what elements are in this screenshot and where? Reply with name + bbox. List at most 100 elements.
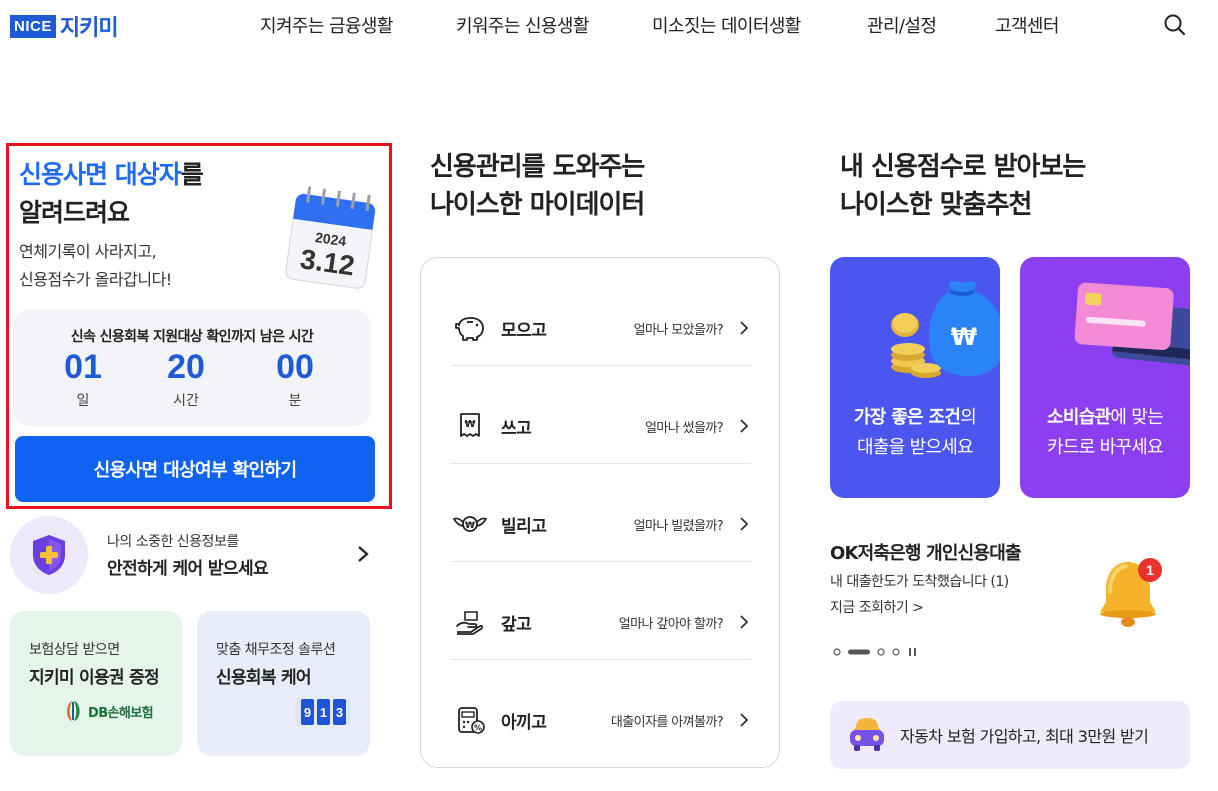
- loan-text-line2: 대출을 받으세요: [856, 437, 974, 458]
- mydata-row-borrow[interactable]: ₩ 빌리고 얼마나 빌렸을까?: [451, 464, 751, 562]
- car-insurance-text: 자동차 보험 가입하고, 최대 3만원 받기: [900, 727, 1149, 746]
- card-text-bold: 소비습관: [1046, 407, 1111, 428]
- check-eligibility-button[interactable]: 신용사면 대상여부 확인하기: [15, 436, 375, 502]
- recommend-heading-line1: 내 신용점수로 받아보는: [840, 152, 1086, 182]
- mydata-row-save-label: 모으고: [501, 321, 547, 341]
- carousel-pager[interactable]: [832, 646, 922, 658]
- credit-amnesty-promo: 신용사면 대상자를 알려드려요 연체기록이 사라지고, 신용점수가 올라갑니다!…: [6, 143, 392, 509]
- recommend-heading-line2: 나이스한 맞춤추천: [840, 190, 1032, 220]
- car-icon: [850, 718, 884, 751]
- counter-digit-3: 3: [336, 705, 343, 720]
- credit-protect-link[interactable]: 나의 소중한 신용정보를 안전하게 케어 받으세요: [10, 516, 380, 594]
- timer-hours-value: 20: [167, 348, 205, 386]
- mydata-row-save[interactable]: 모으고 얼마나 모았을까?: [451, 268, 751, 366]
- mydata-row-economize-desc: 대출이자를 아껴볼까?: [610, 715, 724, 730]
- mydata-heading-line2: 나이스한 마이데이터: [430, 190, 645, 220]
- db-logo-text: DB손해보험: [88, 705, 154, 721]
- timer-hours: 20 시간: [141, 346, 231, 410]
- loan-recommend-card[interactable]: ₩ 가장 좋은 조건의 대출을 받으세요: [830, 257, 1000, 498]
- insurance-card-big: 지키미 이용권 증정: [29, 668, 160, 688]
- db-insurance-logo: DB손해보험: [64, 699, 154, 723]
- timer-minutes-value: 00: [276, 348, 314, 386]
- main-nav: 지켜주는 금융생활 키워주는 신용생활 미소짓는 데이터생활 관리/설정 고객센…: [0, 12, 1218, 38]
- debt-card-small: 맞춤 채무조정 솔루션: [216, 642, 336, 658]
- db-logo-mark: [67, 701, 80, 721]
- mydata-row-economize-label: 아끼고: [501, 713, 547, 733]
- card-recommend-card[interactable]: 소비습관에 맞는 카드로 바꾸세요: [1020, 257, 1190, 498]
- insurance-consult-card[interactable]: 보험상담 받으면 지키미 이용권 증정 DB손해보험: [10, 611, 182, 756]
- mydata-heading-line1: 신용관리를 도와주는: [430, 152, 645, 182]
- debt-adjust-card[interactable]: 맞춤 채무조정 솔루션 신용회복 케어 9 1 3: [197, 611, 370, 756]
- calculator-icon: %: [458, 707, 485, 734]
- chevron-right-icon: [740, 321, 749, 335]
- chevron-right-icon: [740, 517, 749, 531]
- timer-days-unit: 일: [76, 393, 90, 409]
- chevron-right-icon: [358, 546, 369, 562]
- calendar-icon: 2024 3.12: [285, 186, 376, 289]
- chevron-right-icon: [740, 713, 749, 727]
- debt-card-big: 신용회복 케어: [216, 668, 312, 688]
- timer-days-value: 01: [64, 348, 102, 386]
- nav-item-support[interactable]: 고객센터: [995, 12, 1059, 38]
- protect-small-text: 나의 소중한 신용정보를: [107, 534, 239, 550]
- promo-title-highlight: 신용사면 대상자: [19, 160, 182, 189]
- mydata-row-spend-desc: 얼마나 썼을까?: [645, 421, 724, 436]
- mydata-row-repay[interactable]: 갚고 얼마나 갚아야 할까?: [451, 562, 751, 660]
- promo-subtitle: 연체기록이 사라지고, 신용점수가 올라갑니다!: [19, 238, 172, 294]
- mydata-row-borrow-label: 빌리고: [501, 517, 547, 537]
- timer-minutes: 00 분: [250, 346, 340, 410]
- chevron-right-icon: [740, 419, 749, 433]
- svg-text:₩: ₩: [465, 521, 475, 531]
- search-button[interactable]: [1163, 13, 1187, 37]
- card-text-rest: 에 맞는: [1110, 407, 1164, 428]
- mydata-row-repay-desc: 얼마나 갚아야 할까?: [618, 617, 724, 632]
- hand-money-icon: [456, 611, 483, 635]
- svg-text:₩: ₩: [951, 323, 978, 351]
- chevron-right-icon: [740, 615, 749, 629]
- mydata-row-economize[interactable]: % 아끼고 대출이자를 아껴볼까?: [451, 660, 751, 758]
- recommend-heading: 내 신용점수로 받아보는 나이스한 맞춤추천: [840, 148, 1086, 224]
- svg-text:₩: ₩: [464, 419, 475, 430]
- bell-badge-count: 1: [1146, 562, 1154, 578]
- mydata-row-borrow-desc: 얼마나 빌렸을까?: [633, 519, 724, 534]
- piggy-bank-icon: [455, 317, 484, 341]
- loan-text-rest: 의: [960, 407, 977, 428]
- insurance-card-small: 보험상담 받으면: [29, 642, 120, 658]
- counter-digit-2: 1: [320, 705, 327, 720]
- counter-icon: 9 1 3: [295, 699, 351, 725]
- car-insurance-banner[interactable]: 자동차 보험 가입하고, 최대 3만원 받기: [830, 701, 1190, 769]
- timer-hours-unit: 시간: [173, 393, 199, 409]
- counter-digit-1: 9: [304, 705, 311, 720]
- promo-title-rest: 를: [180, 160, 204, 189]
- check-now-link[interactable]: 지금 조회하기 >: [830, 597, 924, 617]
- search-icon: [1164, 14, 1186, 36]
- mydata-menu-card: 모으고 얼마나 모았을까? ₩ 쓰고 얼마나 썼을까? ₩ 빌리고 얼마나 빌렸…: [420, 257, 780, 768]
- timer-minutes-unit: 분: [288, 393, 302, 409]
- shield-icon: [33, 535, 65, 575]
- bell-icon: 1: [1100, 558, 1162, 627]
- countdown-timer: 신속 신용회복 지원대상 확인까지 남은 시간 01 일 20 시간 00 분: [13, 310, 371, 426]
- loan-text-bold: 가장 좋은 조건: [853, 407, 961, 428]
- nav-item-credit[interactable]: 키워주는 신용생활: [456, 12, 589, 38]
- nav-item-data[interactable]: 미소짓는 데이터생활: [652, 12, 801, 38]
- timer-caption: 신속 신용회복 지원대상 확인까지 남은 시간: [70, 329, 314, 345]
- promo-title: 신용사면 대상자를 알려드려요: [19, 156, 204, 232]
- mydata-heading: 신용관리를 도와주는 나이스한 마이데이터: [430, 148, 645, 224]
- mydata-row-spend[interactable]: ₩ 쓰고 얼마나 썼을까?: [451, 366, 751, 464]
- promo-sub-line1: 연체기록이 사라지고,: [19, 242, 157, 261]
- loan-ad-title[interactable]: OK저축은행 개인신용대출: [830, 539, 1022, 565]
- card-recommend-text: 소비습관에 맞는 카드로 바꾸세요: [1020, 403, 1190, 463]
- mydata-row-save-desc: 얼마나 모았을까?: [633, 323, 724, 338]
- receipt-icon: ₩: [460, 413, 480, 437]
- mydata-row-spend-label: 쓰고: [501, 419, 532, 439]
- promo-sub-line2: 신용점수가 올라갑니다!: [19, 270, 172, 289]
- protect-big-text: 안전하게 케어 받으세요: [107, 559, 269, 579]
- nav-item-finance[interactable]: 지켜주는 금융생활: [260, 12, 393, 38]
- loan-ad-subtitle: 내 대출한도가 도착했습니다 (1): [830, 574, 1009, 590]
- money-bag-icon: ₩: [891, 281, 1000, 378]
- nav-item-settings[interactable]: 관리/설정: [867, 12, 937, 38]
- winged-coin-icon: ₩: [453, 516, 487, 532]
- timer-days: 01 일: [38, 346, 128, 410]
- credit-card-icon: [1074, 282, 1190, 367]
- loan-recommend-text: 가장 좋은 조건의 대출을 받으세요: [830, 403, 1000, 463]
